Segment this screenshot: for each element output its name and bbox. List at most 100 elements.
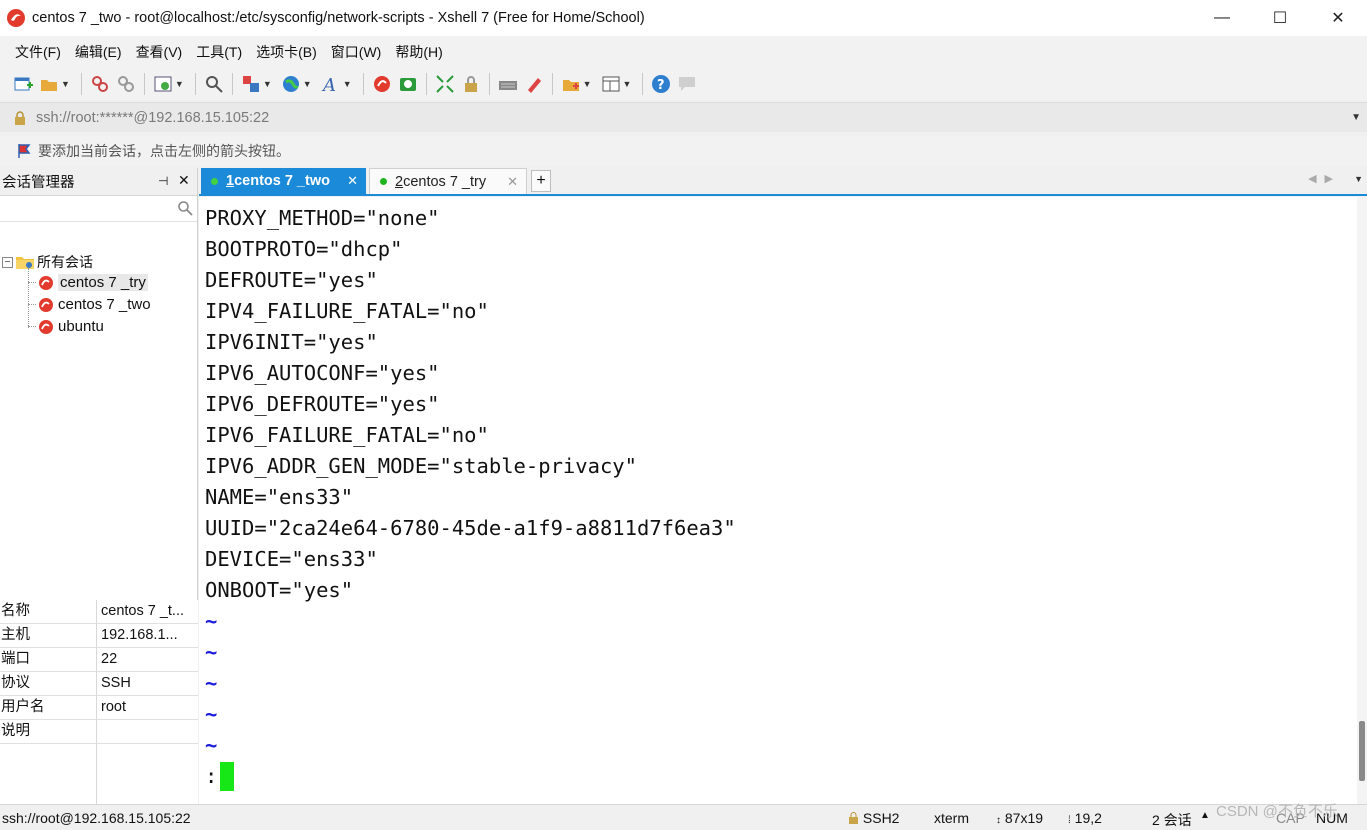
chat-icon[interactable]	[676, 73, 698, 95]
font-icon[interactable]: A	[320, 73, 342, 95]
table-row: 端口 22	[0, 648, 198, 672]
add-tab-button[interactable]: +	[531, 170, 551, 192]
status-protocol: SSH2	[848, 810, 899, 826]
terminal-line: IPV4_FAILURE_FATAL="no"	[205, 299, 489, 323]
session-label[interactable]: centos 7 _two	[58, 296, 151, 313]
status-cursor-text: 19,2	[1074, 810, 1102, 826]
tree-root-all-sessions[interactable]: − 所有会话	[2, 252, 93, 272]
properties-icon[interactable]	[152, 73, 174, 95]
chevron-down-icon[interactable]: ▼	[175, 79, 184, 89]
chevron-down-icon[interactable]: ▼	[1351, 112, 1361, 123]
maximize-button[interactable]: ☐	[1251, 0, 1309, 36]
fullscreen-icon[interactable]	[434, 73, 456, 95]
tab-scroll-arrows-icon[interactable]: ◀▶	[1308, 172, 1341, 185]
tab-centos-try[interactable]: 2 centos 7 _try ✕	[369, 168, 527, 194]
toolbar-divider	[143, 73, 145, 95]
chevron-down-icon[interactable]: ▼	[303, 79, 312, 89]
empty-line-tilde: ~	[205, 702, 218, 726]
hint-text: 要添加当前会话，点击左侧的箭头按钮。	[38, 143, 290, 159]
property-value: 22	[101, 651, 118, 667]
menu-file[interactable]: 文件(F)	[8, 42, 68, 62]
property-value	[97, 720, 198, 743]
menu-window[interactable]: 窗口(W)	[324, 42, 389, 62]
table-row: 主机 192.168.1...	[0, 624, 198, 648]
new-tab-icon[interactable]	[560, 73, 582, 95]
table-filler	[0, 744, 198, 812]
session-label[interactable]: ubuntu	[58, 318, 104, 335]
session-item-centos-try[interactable]: centos 7 _try	[28, 274, 148, 291]
address-bar[interactable]: ssh://root:******@192.168.15.105:22 ▼	[0, 102, 1367, 132]
xshell-session-icon	[39, 297, 53, 312]
tree-root-label: 所有会话	[37, 254, 93, 270]
toolbar-divider	[362, 73, 364, 95]
bookmark-arrow-icon[interactable]	[16, 143, 32, 159]
toolbar-divider	[194, 73, 196, 95]
connect-icon[interactable]	[89, 73, 111, 95]
toolbar-divider	[551, 73, 553, 95]
close-tab-icon[interactable]: ✕	[507, 174, 518, 190]
session-item-centos-two[interactable]: centos 7 _two	[28, 296, 151, 313]
toolbar-divider	[425, 73, 427, 95]
highlight-icon[interactable]	[523, 73, 545, 95]
chevron-down-icon[interactable]: ▼	[343, 79, 352, 89]
tab-centos-two[interactable]: 1 centos 7 _two ✕	[201, 168, 366, 194]
menu-view[interactable]: 查看(V)	[129, 42, 190, 62]
menu-help[interactable]: 帮助(H)	[388, 42, 449, 62]
keyboard-icon[interactable]	[497, 73, 519, 95]
tab-number: 1	[226, 173, 235, 189]
terminal-line: IPV6_FAILURE_FATAL="no"	[205, 423, 489, 447]
lock-icon	[849, 812, 858, 824]
xftp-logo-icon[interactable]	[397, 73, 419, 95]
scrollbar-thumb[interactable]	[1359, 721, 1365, 781]
property-value: centos 7 _t...	[101, 603, 185, 619]
close-tab-icon[interactable]: ✕	[347, 173, 358, 189]
address-input[interactable]: ssh://root:******@192.168.15.105:22	[36, 110, 269, 126]
lock-icon[interactable]	[460, 73, 482, 95]
search-icon[interactable]	[203, 73, 225, 95]
minimize-button[interactable]: —	[1193, 0, 1251, 36]
terminal-line: IPV6_AUTOCONF="yes"	[205, 361, 440, 385]
chevron-down-icon[interactable]: ▼	[1354, 174, 1363, 184]
terminal-screen[interactable]: PROXY_METHOD="none" BOOTPROTO="dhcp" DEF…	[199, 197, 1357, 804]
layout-icon[interactable]	[600, 73, 622, 95]
pin-icon[interactable]: ⊣	[158, 174, 168, 188]
session-label[interactable]: centos 7 _try	[58, 274, 148, 291]
command-prompt: :	[205, 764, 218, 788]
transfer-icon[interactable]	[240, 73, 262, 95]
property-key: 端口	[0, 648, 97, 671]
menu-edit[interactable]: 编辑(E)	[68, 42, 129, 62]
status-size-text: 87x19	[1004, 810, 1044, 826]
chevron-up-icon[interactable]: ▲	[1200, 810, 1210, 821]
terminal-line: IPV6INIT="yes"	[205, 330, 378, 354]
lock-icon	[15, 110, 25, 125]
session-search-input[interactable]	[0, 196, 197, 222]
session-item-ubuntu[interactable]: ubuntu	[28, 318, 104, 335]
terminal-line: UUID="2ca24e64-6780-45de-a1f9-a8811d7f6e…	[205, 516, 736, 540]
toolbar-divider	[488, 73, 490, 95]
globe-icon[interactable]	[280, 73, 302, 95]
empty-line-tilde: ~	[205, 609, 218, 633]
status-sessions[interactable]: 2 会话	[1152, 810, 1192, 830]
empty-line-tilde: ~	[205, 671, 218, 695]
command-line[interactable]: :	[205, 761, 235, 791]
new-session-icon[interactable]	[12, 73, 34, 95]
svg-text:?: ?	[657, 78, 665, 93]
chevron-down-icon[interactable]: ▼	[61, 79, 70, 89]
help-icon[interactable]: ?	[650, 73, 672, 95]
close-window-button[interactable]: ✕	[1309, 0, 1367, 36]
chevron-down-icon[interactable]: ▼	[583, 79, 592, 89]
property-key-empty	[0, 744, 97, 812]
terminal-scrollbar[interactable]	[1357, 197, 1367, 804]
menu-tabs[interactable]: 选项卡(B)	[249, 42, 324, 62]
open-folder-icon[interactable]	[38, 73, 60, 95]
session-tab-bar: 1 centos 7 _two ✕ 2 centos 7 _try ✕ + ◀▶…	[199, 168, 1367, 196]
collapse-toggle[interactable]: −	[2, 256, 13, 268]
search-icon[interactable]	[177, 200, 193, 216]
chevron-down-icon[interactable]: ▼	[263, 79, 272, 89]
disconnect-icon[interactable]	[115, 73, 137, 95]
chevron-down-icon[interactable]: ▼	[623, 79, 632, 89]
menu-tools[interactable]: 工具(T)	[189, 42, 249, 62]
close-icon[interactable]: ✕	[178, 172, 190, 189]
xshell-logo-icon[interactable]	[371, 73, 393, 95]
table-row: 说明	[0, 720, 198, 744]
